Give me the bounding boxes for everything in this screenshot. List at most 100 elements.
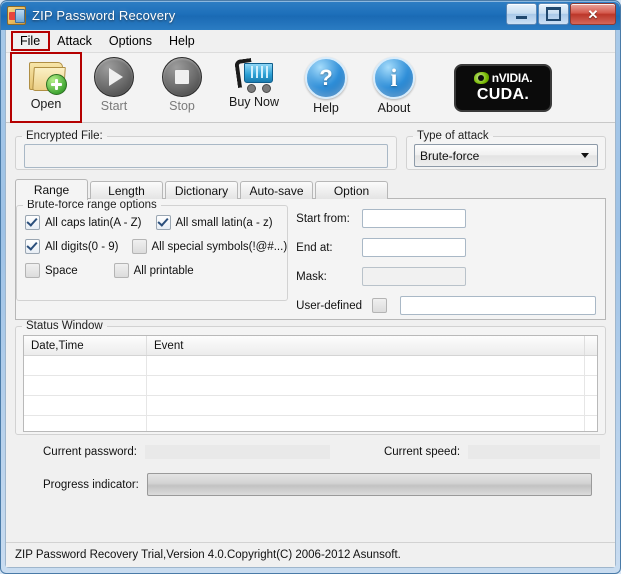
toolbar-open-button[interactable]: Open [10, 52, 82, 123]
type-of-attack-group: Type of attack Brute-force [406, 130, 606, 170]
minimize-button[interactable] [506, 3, 537, 25]
type-of-attack-select[interactable]: Brute-force [414, 144, 598, 167]
checkbox-all-small-latin[interactable] [155, 215, 171, 230]
checkbox-all-digits-label: All digits(0 - 9) [45, 240, 119, 253]
mask-input[interactable] [362, 267, 467, 286]
status-window-legend: Status Window [26, 320, 103, 332]
shopping-cart-icon [234, 57, 274, 93]
question-mark-icon: ? [305, 57, 347, 99]
status-table[interactable]: Date,Time Event [23, 335, 598, 432]
tab-panel-range: Brute-force range options All caps latin… [15, 198, 606, 320]
checkbox-space[interactable] [25, 263, 40, 278]
encrypted-file-legend: Encrypted File: [26, 130, 103, 142]
start-from-input[interactable] [362, 209, 467, 228]
menu-item-options[interactable]: Options [101, 32, 161, 51]
maximize-button[interactable] [538, 3, 569, 25]
toolbar-stop-label: Stop [169, 99, 195, 113]
close-button[interactable]: ✕ [570, 3, 616, 25]
checkbox-all-digits[interactable] [25, 239, 40, 254]
current-speed-value [468, 445, 601, 459]
checkbox-all-small-latin-label: All small latin(a - z) [175, 216, 273, 229]
status-window-group: Status Window Date,Time Event [15, 320, 606, 435]
checkbox-all-printable[interactable] [113, 263, 129, 278]
window-title: ZIP Password Recovery [32, 8, 176, 23]
open-folder-icon [26, 57, 67, 95]
mask-row: Mask: [296, 267, 605, 286]
tab-range[interactable]: Range [15, 179, 88, 200]
status-bar-text: ZIP Password Recovery Trial,Version 4.0.… [15, 549, 401, 561]
table-row[interactable] [24, 416, 597, 431]
current-speed-label: Current speed: [383, 446, 461, 458]
brute-force-legend: Brute-force range options [27, 199, 157, 211]
window-controls: ✕ [506, 3, 616, 25]
checkbox-row: All digits(0 - 9) All special symbols(!@… [25, 239, 287, 254]
table-row[interactable] [24, 396, 597, 416]
main-content: Encrypted File: Type of attack Brute-for… [6, 123, 615, 542]
toolbar-buy-now-label: Buy Now [228, 95, 280, 109]
application-window: ZIP Password Recovery ✕ File Attack Opti… [0, 0, 621, 574]
column-header-spacer [585, 336, 597, 355]
progress-bar [146, 473, 592, 496]
end-at-row: End at: [296, 238, 605, 257]
tab-dictionary[interactable]: Dictionary [165, 181, 238, 199]
maximize-icon [546, 7, 561, 21]
checkbox-all-special-symbols-label: All special symbols(!@#...) [151, 240, 288, 253]
progress-indicator-label: Progress indicator: [43, 478, 139, 491]
tab-length[interactable]: Length [90, 181, 163, 199]
zip-app-icon [7, 6, 26, 25]
toolbar-help-button[interactable]: ? Help [292, 54, 360, 121]
column-header-event[interactable]: Event [147, 336, 585, 355]
toolbar-about-button[interactable]: i About [360, 54, 428, 121]
toolbar-open-label: Open [30, 97, 62, 111]
tab-option[interactable]: Option [315, 181, 388, 199]
checkbox-all-special-symbols[interactable] [131, 239, 147, 254]
info-icon: i [373, 57, 415, 99]
progress-footer: Current password: Current speed: Progres… [15, 435, 606, 496]
toolbar-buy-now-button[interactable]: Buy Now [216, 54, 292, 121]
start-from-label: Start from: [296, 212, 350, 225]
user-defined-row: User-defined [296, 296, 605, 315]
tab-auto-save[interactable]: Auto-save [240, 181, 313, 199]
menu-item-help[interactable]: Help [161, 32, 204, 51]
status-bar: ZIP Password Recovery Trial,Version 4.0.… [6, 542, 615, 567]
cuda-product-label: CUDA. [476, 86, 530, 103]
nvidia-cuda-badge: nVIDIA. CUDA. [454, 63, 552, 112]
encrypted-file-input[interactable] [24, 144, 388, 168]
checkbox-row: Space All printable [25, 263, 287, 278]
progress-row: Progress indicator: [15, 473, 606, 496]
type-of-attack-legend: Type of attack [417, 130, 489, 142]
encrypted-file-group: Encrypted File: [15, 130, 397, 170]
stop-icon [162, 57, 202, 97]
table-row[interactable] [24, 356, 597, 376]
minimize-icon [516, 16, 527, 19]
column-header-datetime[interactable]: Date,Time [24, 336, 147, 355]
chevron-down-icon [581, 153, 589, 158]
end-at-input[interactable] [362, 238, 467, 257]
end-at-label: End at: [296, 241, 333, 254]
checkbox-space-label: Space [45, 264, 78, 277]
client-area: File Attack Options Help Open Start Stop… [5, 30, 616, 568]
current-status-row: Current password: Current speed: [15, 445, 606, 459]
checkbox-all-caps-latin-label: All caps latin(A - Z) [45, 216, 142, 229]
checkbox-row: All caps latin(A - Z) All small latin(a … [25, 215, 287, 230]
table-row[interactable] [24, 376, 597, 396]
checkbox-all-caps-latin[interactable] [25, 215, 40, 230]
checkbox-user-defined[interactable] [372, 298, 388, 313]
start-from-row: Start from: [296, 209, 605, 228]
current-password-value [144, 445, 330, 459]
title-bar: ZIP Password Recovery ✕ [1, 1, 620, 30]
toolbar-start-button[interactable]: Start [80, 54, 148, 121]
toolbar-stop-button[interactable]: Stop [148, 54, 216, 121]
user-defined-input[interactable] [400, 296, 597, 315]
menu-item-file[interactable]: File [10, 30, 51, 52]
nvidia-eye-icon [473, 72, 489, 84]
type-of-attack-value: Brute-force [420, 148, 480, 163]
tab-strip: Range Length Dictionary Auto-save Option [15, 178, 606, 200]
close-icon: ✕ [587, 6, 599, 22]
toolbar-help-label: Help [313, 101, 339, 115]
brute-force-range-options-group: Brute-force range options All caps latin… [16, 199, 289, 301]
menu-bar: File Attack Options Help [6, 30, 615, 53]
toolbar: Open Start Stop Buy Now ? Help i About n… [6, 52, 615, 123]
menu-item-attack[interactable]: Attack [49, 32, 101, 51]
toolbar-about-label: About [377, 101, 411, 115]
